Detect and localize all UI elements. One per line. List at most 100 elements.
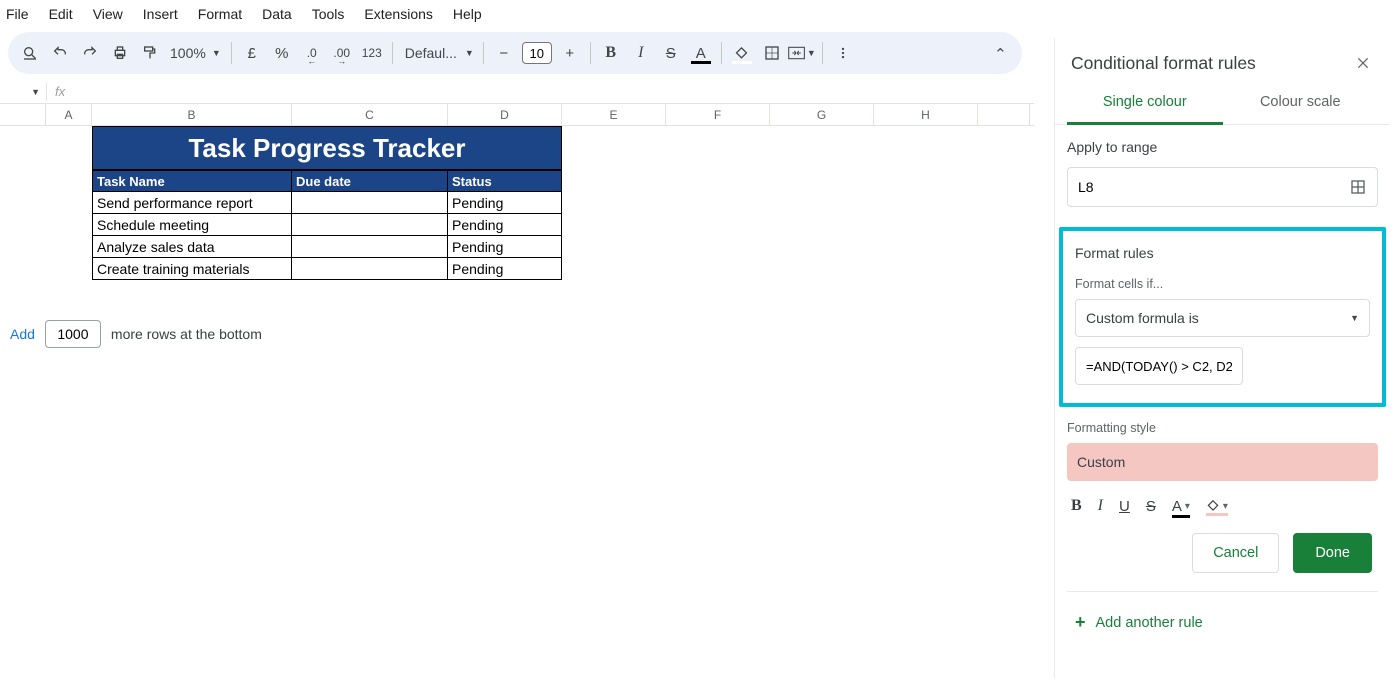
tab-single-colour[interactable]: Single colour (1067, 84, 1223, 125)
decrease-decimal-button[interactable]: .0 ← (298, 39, 326, 67)
chevron-down-icon: ▾ (1185, 501, 1190, 512)
custom-formula-input[interactable] (1075, 347, 1243, 385)
cell[interactable]: Send performance report (92, 192, 292, 214)
col-header-b[interactable]: B (92, 104, 292, 125)
menu-tools[interactable]: Tools (302, 2, 355, 26)
th-status[interactable]: Status (448, 170, 562, 192)
menu-format[interactable]: Format (188, 2, 252, 26)
select-all-corner[interactable] (0, 104, 46, 125)
cell[interactable]: Create training materials (92, 258, 292, 280)
menu-help[interactable]: Help (443, 2, 492, 26)
redo-button[interactable] (76, 39, 104, 67)
conditional-format-panel: Conditional format rules Single colour C… (1054, 38, 1390, 678)
column-headers: A B C D E F G H (0, 104, 1034, 126)
strikethrough-button[interactable]: S (657, 39, 685, 67)
menu-insert[interactable]: Insert (133, 2, 188, 26)
text-color-button[interactable]: A (687, 39, 715, 67)
condition-dropdown[interactable]: Custom formula is ▼ (1075, 299, 1370, 337)
currency-button[interactable]: £ (238, 39, 266, 67)
sheet-title-cell[interactable]: Task Progress Tracker (92, 126, 562, 170)
cell[interactable] (292, 214, 448, 236)
italic-button[interactable]: I (627, 39, 655, 67)
tab-colour-scale[interactable]: Colour scale (1223, 84, 1379, 124)
text-color-swatch (691, 61, 711, 64)
cell[interactable] (292, 258, 448, 280)
cell[interactable]: Analyze sales data (92, 236, 292, 258)
col-header-a[interactable]: A (46, 104, 92, 125)
undo-button[interactable] (46, 39, 74, 67)
fill-color-button[interactable] (728, 39, 756, 67)
th-task-name[interactable]: Task Name (92, 170, 292, 192)
menu-view[interactable]: View (83, 2, 133, 26)
spreadsheet-grid[interactable]: A B C D E F G H Task Progress Tracker Ta… (0, 104, 1034, 386)
font-size-decrease[interactable]: − (490, 39, 518, 67)
cell[interactable]: Pending (448, 192, 562, 214)
separator (483, 42, 484, 64)
print-button[interactable] (106, 39, 134, 67)
condition-value: Custom formula is (1086, 310, 1199, 326)
format-rules-label: Format rules (1075, 245, 1370, 261)
cell[interactable]: Pending (448, 214, 562, 236)
zoom-dropdown[interactable]: 100% ▼ (166, 45, 225, 61)
col-header-h[interactable]: H (874, 104, 978, 125)
range-input[interactable] (1068, 179, 1337, 195)
style-fill-color-button[interactable]: ▾ (1206, 499, 1228, 513)
col-header-i[interactable] (978, 104, 1030, 125)
select-range-button[interactable] (1337, 179, 1377, 195)
style-italic-button[interactable]: I (1098, 497, 1103, 515)
style-text-color-button[interactable]: A ▾ (1172, 498, 1190, 515)
close-button[interactable] (1352, 52, 1374, 74)
more-toolbar-button[interactable] (829, 39, 857, 67)
style-controls: B I U S A ▾ ▾ (1067, 491, 1378, 515)
cell[interactable] (292, 236, 448, 258)
bold-button[interactable]: B (597, 39, 625, 67)
paint-bucket-icon (1206, 499, 1220, 513)
panel-buttons: Cancel Done (1067, 515, 1378, 592)
cell[interactable]: Pending (448, 258, 562, 280)
cell[interactable] (292, 192, 448, 214)
add-another-rule-button[interactable]: + Add another rule (1067, 592, 1378, 653)
col-header-e[interactable]: E (562, 104, 666, 125)
more-formats-button[interactable]: 123 (358, 39, 386, 67)
col-header-g[interactable]: G (770, 104, 874, 125)
col-header-c[interactable]: C (292, 104, 448, 125)
separator (392, 42, 393, 64)
paint-format-button[interactable] (136, 39, 164, 67)
merge-icon (788, 46, 805, 60)
menu-extensions[interactable]: Extensions (354, 2, 442, 26)
collapse-toolbar-button[interactable]: ⌄ (986, 39, 1014, 67)
font-family-value: Defaul... (405, 45, 457, 61)
cancel-button[interactable]: Cancel (1192, 533, 1279, 573)
grid-icon (1350, 179, 1366, 195)
style-preview[interactable]: Custom (1067, 443, 1378, 481)
menu-data[interactable]: Data (252, 2, 302, 26)
cell[interactable]: Schedule meeting (92, 214, 292, 236)
merge-cells-button[interactable]: ▼ (788, 39, 816, 67)
name-box[interactable]: ▼ (0, 87, 46, 97)
add-rows-button[interactable]: Add (10, 326, 35, 342)
cell[interactable]: Pending (448, 236, 562, 258)
style-strike-button[interactable]: S (1146, 498, 1156, 515)
style-bold-button[interactable]: B (1071, 497, 1082, 515)
increase-decimal-button[interactable]: .00 → (328, 39, 356, 67)
add-rows-count-input[interactable] (45, 320, 101, 348)
th-due-date[interactable]: Due date (292, 170, 448, 192)
font-family-dropdown[interactable]: Defaul... ▼ (399, 45, 477, 61)
done-button[interactable]: Done (1293, 533, 1372, 573)
menu-edit[interactable]: Edit (39, 2, 83, 26)
search-menus-button[interactable] (16, 39, 44, 67)
font-size-input[interactable] (522, 42, 552, 64)
font-size-increase[interactable]: + (556, 39, 584, 67)
chevron-down-icon: ▾ (1223, 501, 1228, 512)
separator (721, 42, 722, 64)
chevron-down-icon: ▼ (807, 48, 816, 58)
menu-file[interactable]: File (6, 2, 39, 26)
col-header-d[interactable]: D (448, 104, 562, 125)
borders-icon (764, 45, 780, 61)
style-underline-button[interactable]: U (1119, 498, 1130, 515)
col-header-f[interactable]: F (666, 104, 770, 125)
menu-bar: File Edit View Insert Format Data Tools … (0, 0, 1400, 28)
percent-button[interactable]: % (268, 39, 296, 67)
apply-to-range-label: Apply to range (1067, 139, 1378, 155)
borders-button[interactable] (758, 39, 786, 67)
